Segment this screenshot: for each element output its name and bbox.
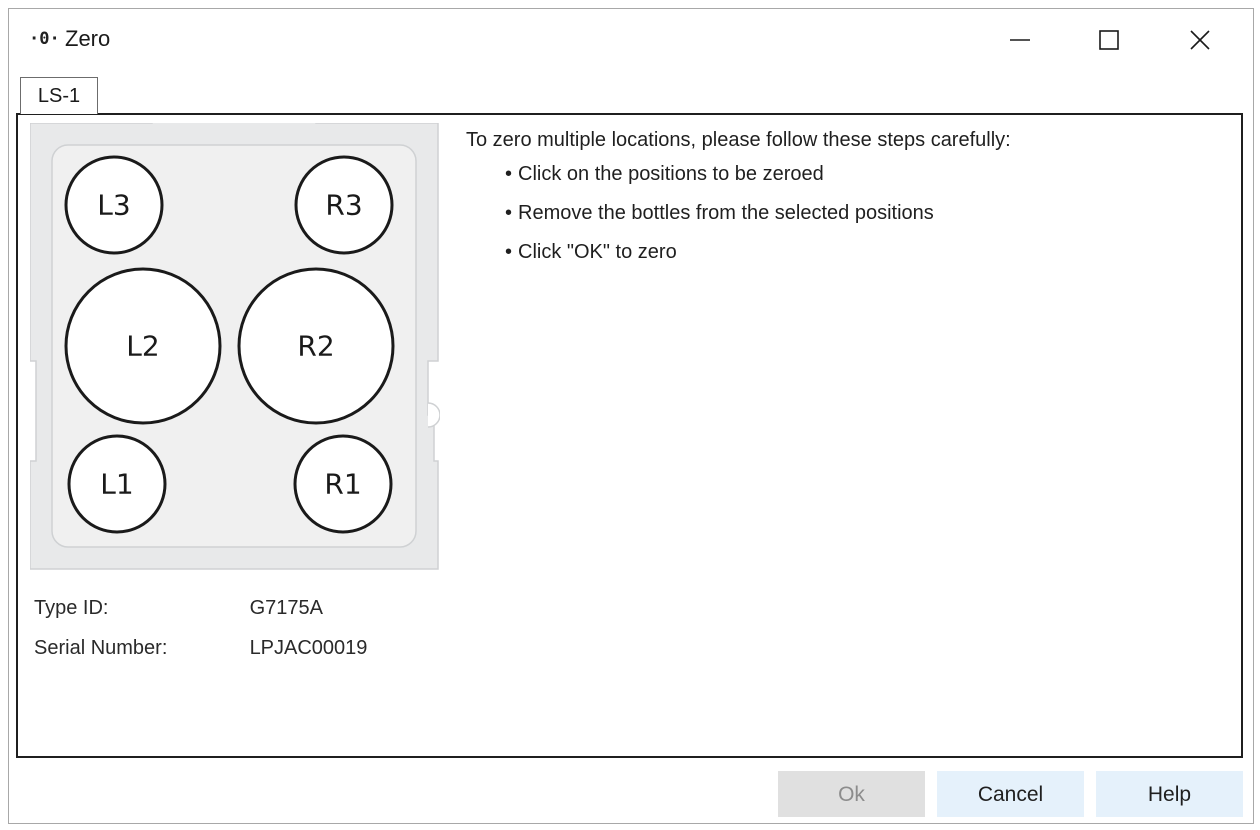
minimize-button[interactable] bbox=[975, 9, 1065, 71]
help-button[interactable]: Help bbox=[1096, 771, 1243, 817]
zero-dialog: ·0· Zero LS-1 L3 R3 L2 R2 L1 R1 To zero … bbox=[8, 8, 1254, 824]
instructions-title: To zero multiple locations, please follo… bbox=[466, 129, 1011, 151]
instructions-steps: Click on the positions to be zeroed Remo… bbox=[466, 155, 1011, 272]
zero-app-icon: ·0· bbox=[29, 29, 60, 49]
position-l2[interactable]: L2 bbox=[64, 267, 222, 425]
instruction-step: Click on the positions to be zeroed bbox=[505, 155, 1011, 194]
bottle-tray: L3 R3 L2 R2 L1 R1 bbox=[29, 118, 441, 580]
position-r3-label: R3 bbox=[325, 189, 362, 222]
tray-diagram: L3 R3 L2 R2 L1 R1 bbox=[29, 118, 441, 570]
tab-ls-1[interactable]: LS-1 bbox=[20, 77, 98, 114]
type-id-label: Type ID: bbox=[34, 597, 109, 619]
title-bar[interactable]: ·0· Zero bbox=[9, 9, 1253, 71]
instruction-step: Remove the bottles from the selected pos… bbox=[505, 194, 1011, 233]
position-l3[interactable]: L3 bbox=[64, 155, 164, 255]
instruction-step: Click "OK" to zero bbox=[505, 233, 1011, 272]
position-r2[interactable]: R2 bbox=[237, 267, 395, 425]
ok-button[interactable]: Ok bbox=[778, 771, 925, 817]
type-id-value: G7175A bbox=[249, 597, 323, 619]
window-title: Zero bbox=[65, 26, 111, 51]
tab-content-panel: L3 R3 L2 R2 L1 R1 To zero multiple locat… bbox=[16, 113, 1243, 758]
close-icon bbox=[1190, 30, 1210, 50]
position-r1-label: R1 bbox=[324, 468, 361, 501]
tray-side-notch bbox=[427, 402, 441, 428]
minimize-icon bbox=[1010, 39, 1030, 41]
type-id-row: Type ID: G7175A bbox=[34, 593, 367, 633]
serial-number-row: Serial Number: LPJAC00019 bbox=[34, 633, 367, 673]
position-r2-label: R2 bbox=[297, 330, 334, 363]
position-l3-label: L3 bbox=[97, 189, 130, 222]
serial-number-label: Serial Number: bbox=[34, 637, 168, 659]
close-button[interactable] bbox=[1155, 9, 1245, 71]
cancel-button[interactable]: Cancel bbox=[937, 771, 1084, 817]
maximize-button[interactable] bbox=[1064, 9, 1154, 71]
maximize-icon bbox=[1099, 30, 1119, 50]
position-l1-label: L1 bbox=[100, 468, 133, 501]
instructions: To zero multiple locations, please follo… bbox=[466, 125, 1011, 272]
position-l1[interactable]: L1 bbox=[67, 434, 167, 534]
device-info: Type ID: G7175A Serial Number: LPJAC0001… bbox=[34, 593, 367, 673]
serial-number-value: LPJAC00019 bbox=[249, 637, 368, 659]
position-r3[interactable]: R3 bbox=[294, 155, 394, 255]
position-l2-label: L2 bbox=[126, 330, 159, 363]
position-r1[interactable]: R1 bbox=[293, 434, 393, 534]
